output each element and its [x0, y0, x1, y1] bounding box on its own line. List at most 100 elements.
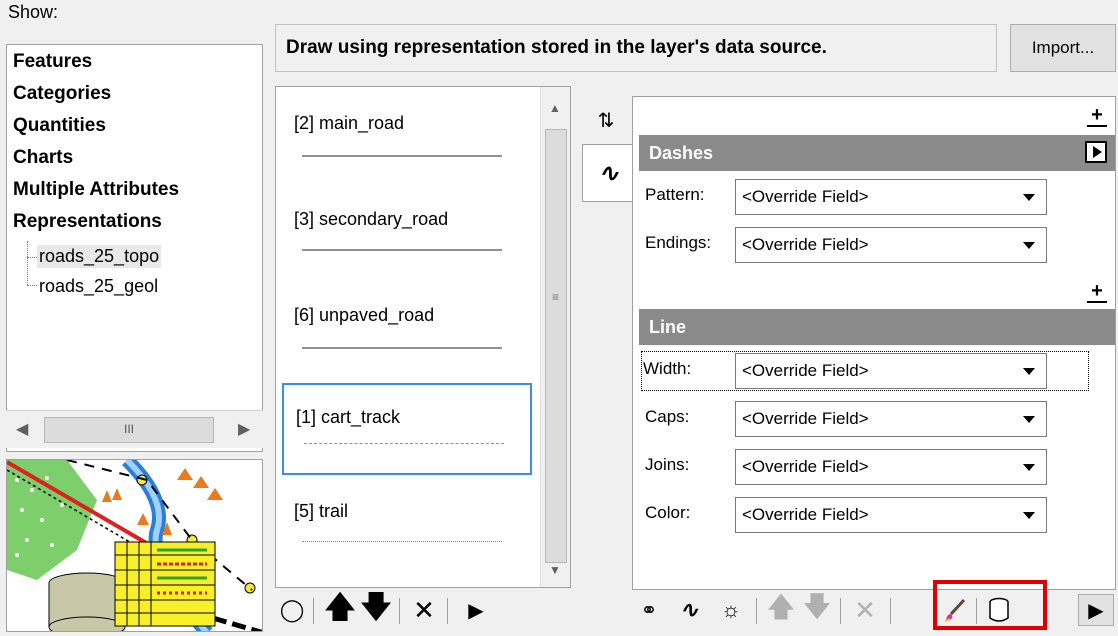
representation-preview	[6, 459, 263, 632]
chevron-down-icon[interactable]	[1014, 182, 1044, 212]
chevron-down-icon[interactable]	[1014, 452, 1044, 482]
joins-dropdown[interactable]: <Override Field>	[735, 449, 1047, 485]
show-label: Show:	[8, 2, 59, 22]
stroke-layer-icon: ∿	[598, 159, 619, 187]
scroll-right-icon[interactable]: ▶	[238, 419, 250, 439]
move-down-icon[interactable]: 🡇	[800, 591, 834, 626]
tree-horizontal-scrollbar[interactable]: ◀ III ▶	[6, 410, 263, 448]
move-down-icon[interactable]: 🡇	[359, 591, 393, 626]
rule-item-unpaved-road[interactable]: [6] unpaved_road	[284, 283, 528, 373]
add-geometric-effect-icon[interactable]: ⚭	[632, 594, 666, 626]
property-row-caps: Caps: <Override Field>	[643, 399, 1083, 439]
scrollbar-thumb[interactable]: III	[44, 417, 214, 443]
tree-item-quantities[interactable]: Quantities	[13, 115, 106, 137]
property-label: Color:	[645, 503, 691, 522]
chevron-down-icon[interactable]	[1014, 356, 1044, 386]
toolbar-separator	[313, 598, 314, 624]
map-preview-image	[7, 460, 262, 631]
section-title: Line	[649, 317, 687, 337]
property-label: Width:	[643, 359, 692, 378]
move-up-icon[interactable]: 🡅	[323, 591, 357, 626]
toolbar-separator	[447, 598, 448, 624]
property-label: Caps:	[645, 407, 690, 426]
add-rule-icon[interactable]: ◯	[275, 594, 309, 626]
import-button[interactable]: Import...	[1010, 24, 1116, 72]
toolbar-separator	[756, 598, 757, 624]
tab-structure[interactable]: ⇅	[582, 98, 630, 142]
line-sample-solid	[302, 347, 502, 349]
rule-label: [3] secondary_road	[294, 209, 449, 229]
chevron-down-icon[interactable]	[1014, 404, 1044, 434]
tree-connector	[27, 241, 28, 285]
tab-symbol-layers[interactable]: ∿	[582, 144, 634, 202]
color-dropdown[interactable]: <Override Field>	[735, 497, 1047, 533]
rules-toolbar: ◯ 🡅 🡇 ✕ ▶	[275, 590, 571, 630]
symbol-properties-panel: + Dashes Pattern: <Override Field> Endin…	[632, 96, 1116, 590]
scrollbar-thumb[interactable]: ≡	[545, 129, 567, 563]
pattern-dropdown[interactable]: <Override Field>	[735, 179, 1047, 215]
menu-arrow-icon[interactable]: ▶	[1078, 594, 1114, 626]
dropdown-value: <Override Field>	[742, 457, 869, 476]
tree-connector	[27, 285, 37, 286]
property-row-color: Color: <Override Field>	[643, 495, 1083, 535]
add-layer-icon[interactable]: ∿	[672, 594, 706, 626]
rule-label: [1] cart_track	[296, 407, 401, 427]
toolbar-separator	[890, 598, 891, 624]
section-line-header[interactable]: Line	[639, 309, 1115, 345]
property-label: Pattern:	[645, 185, 705, 204]
tree-item-multiple-attributes[interactable]: Multiple Attributes	[13, 179, 179, 201]
chevron-down-icon[interactable]	[1014, 230, 1044, 260]
add-property-button[interactable]: +	[1087, 105, 1107, 127]
dropdown-value: <Override Field>	[742, 187, 869, 206]
add-marker-icon[interactable]: ☼	[714, 594, 748, 626]
property-row-joins: Joins: <Override Field>	[643, 447, 1083, 487]
thumb-grip-icon: ≡	[552, 290, 560, 304]
line-sample-solid	[302, 155, 502, 157]
chevron-down-icon[interactable]	[1014, 500, 1044, 530]
representation-rules-list[interactable]: [2] main_road [3] secondary_road [6] unp…	[275, 86, 571, 588]
rule-label: [2] main_road	[294, 113, 405, 133]
tree-item-roads-25-topo[interactable]: roads_25_topo	[37, 245, 162, 268]
section-title: Dashes	[649, 143, 714, 163]
dropdown-value: <Override Field>	[742, 361, 869, 380]
property-row-pattern: Pattern: <Override Field>	[643, 177, 1083, 217]
width-dropdown[interactable]: <Override Field>	[735, 353, 1047, 389]
line-sample-dashed	[304, 443, 504, 444]
rule-item-trail[interactable]: [5] trail	[284, 479, 528, 569]
tree-item-features[interactable]: Features	[13, 51, 92, 73]
section-dashes-header[interactable]: Dashes	[639, 135, 1115, 171]
property-row-width: Width: <Override Field>	[641, 351, 1089, 391]
rules-vertical-scrollbar[interactable]: ▲ ≡ ▼	[540, 87, 570, 587]
caps-dropdown[interactable]: <Override Field>	[735, 401, 1047, 437]
scroll-up-icon[interactable]: ▲	[549, 101, 561, 115]
delete-icon[interactable]: ✕	[848, 594, 882, 626]
endings-dropdown[interactable]: <Override Field>	[735, 227, 1047, 263]
dropdown-value: <Override Field>	[742, 235, 869, 254]
tree-item-categories[interactable]: Categories	[13, 83, 111, 105]
toolbar-separator	[840, 598, 841, 624]
rule-item-secondary-road[interactable]: [3] secondary_road	[284, 187, 528, 277]
delete-icon[interactable]: ✕	[407, 594, 441, 626]
rule-item-cart-track[interactable]: [1] cart_track	[282, 383, 532, 475]
add-property-button[interactable]: +	[1087, 281, 1107, 303]
line-sample-dotted	[302, 541, 502, 542]
rule-item-main-road[interactable]: [2] main_road	[284, 91, 528, 181]
tree-connector	[27, 257, 37, 258]
renderer-tree[interactable]: Features Categories Quantities Charts Mu…	[6, 44, 263, 452]
scroll-down-icon[interactable]: ▼	[549, 563, 561, 577]
move-up-icon[interactable]: 🡅	[764, 591, 798, 626]
tree-item-charts[interactable]: Charts	[13, 147, 73, 169]
dropdown-value: <Override Field>	[742, 505, 869, 524]
representation-description: Draw using representation stored in the …	[275, 24, 997, 72]
line-sample-solid	[302, 249, 502, 251]
property-label: Joins:	[645, 455, 690, 474]
scroll-left-icon[interactable]: ◀	[16, 419, 28, 439]
structure-icon: ⇅	[597, 109, 615, 132]
section-menu-arrow-icon[interactable]	[1085, 141, 1107, 163]
highlight-box	[933, 580, 1047, 630]
menu-arrow-icon[interactable]: ▶	[459, 594, 493, 626]
rule-label: [6] unpaved_road	[294, 305, 435, 325]
tree-item-roads-25-geol[interactable]: roads_25_geol	[37, 275, 160, 298]
tree-item-representations[interactable]: Representations	[13, 211, 162, 233]
property-label: Endings:	[645, 233, 712, 252]
